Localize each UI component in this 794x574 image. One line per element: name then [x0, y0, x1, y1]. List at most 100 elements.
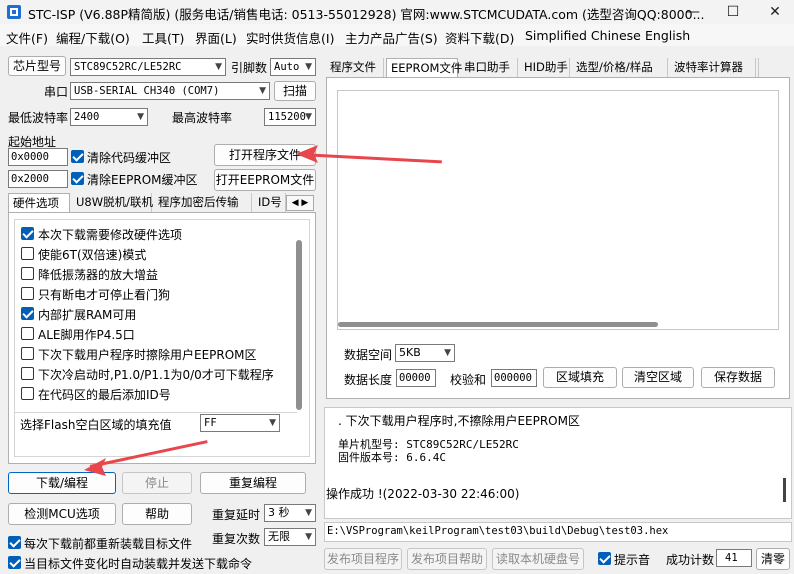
port-select[interactable]: USB-SERIAL CH340 (COM7) ▼ — [70, 82, 270, 100]
chevron-down-icon: ▼ — [305, 62, 312, 72]
chip-model-value: STC89C52RC/LE52RC — [74, 61, 182, 73]
hw-option-checkbox[interactable] — [21, 247, 34, 260]
help-button[interactable]: 帮助 — [122, 503, 192, 525]
tab-selection-price[interactable]: 选型/价格/样品 — [572, 58, 668, 78]
repeat-count-select[interactable]: 无限 ▼ — [264, 528, 316, 546]
reload-before-download-checkbox[interactable] — [8, 536, 21, 549]
pin-count-select[interactable]: Auto ▼ — [270, 58, 316, 76]
menu-supply-info[interactable]: 实时供货信息(I) — [246, 28, 334, 47]
options-scrollbar[interactable] — [296, 240, 302, 410]
chip-model-button[interactable]: 芯片型号 — [8, 56, 66, 76]
read-disk-id-button[interactable]: 读取本机硬盘号 — [492, 548, 584, 570]
reload-before-download-label: 每次下载前都重新装载目标文件 — [24, 537, 193, 551]
tab-hardware-options[interactable]: 硬件选项 — [8, 193, 70, 213]
right-tab-overflow[interactable] — [758, 58, 788, 78]
stop-button[interactable]: 停止 — [122, 472, 192, 494]
sound-checkbox[interactable] — [598, 552, 611, 565]
hw-option-checkbox[interactable] — [21, 287, 34, 300]
max-baud-select[interactable]: 115200 ▼ — [264, 108, 316, 126]
menu-interface[interactable]: 界面(L) — [195, 28, 237, 47]
clear-eeprom-buffer-checkbox[interactable] — [71, 172, 84, 185]
hw-option-checkbox[interactable] — [21, 387, 34, 400]
log-scrollbar[interactable] — [783, 478, 786, 502]
hw-option-label: 本次下载需要修改硬件选项 — [38, 228, 183, 242]
tab-encrypt[interactable]: 程序加密后传输 — [154, 193, 252, 213]
menu-program-download[interactable]: 编程/下载(O) — [56, 28, 130, 47]
hw-option-label: 降低振荡器的放大增益 — [38, 268, 159, 282]
eeprom-address-input[interactable]: 0x2000 — [8, 170, 68, 188]
hw-option-checkbox[interactable] — [21, 307, 34, 320]
close-button[interactable]: ✕ — [752, 0, 794, 24]
data-length-value: 00000 — [396, 369, 436, 387]
max-baud-label: 最高波特率 — [172, 111, 233, 125]
repeat-count-label: 重复次数 — [212, 532, 261, 546]
menu-simplified-chinese[interactable]: Simplified Chinese — [525, 28, 641, 43]
hw-option-label: 只有断电才可停止看门狗 — [38, 288, 171, 302]
chevron-down-icon: ▼ — [444, 348, 451, 358]
hw-option-checkbox[interactable] — [21, 367, 34, 380]
chevron-down-icon: ▼ — [305, 508, 312, 518]
window-title: STC-ISP (V6.88P精简版) (服务电话/销售电话: 0513-550… — [28, 7, 705, 22]
chevron-down-icon: ▼ — [259, 86, 266, 96]
hw-option-checkbox[interactable] — [21, 267, 34, 280]
log-line: . 下次下载用户程序时,不擦除用户EEPROM区 — [338, 414, 580, 428]
flash-fill-select[interactable]: FF ▼ — [200, 414, 280, 432]
maximize-button[interactable]: ☐ — [710, 0, 756, 24]
tab-scroll-arrows[interactable]: ◀ ▶ — [286, 195, 314, 211]
chip-model-select[interactable]: STC89C52RC/LE52RC ▼ — [70, 58, 226, 76]
arrowhead-icon — [296, 145, 318, 163]
hw-option-checkbox[interactable] — [21, 327, 34, 340]
scan-button[interactable]: 扫描 — [274, 81, 316, 101]
menu-product-ads[interactable]: 主力产品广告(S) — [345, 28, 438, 47]
chevron-down-icon: ▼ — [269, 418, 276, 428]
repeat-delay-value: 3 秒 — [268, 506, 290, 519]
clear-eeprom-buffer-label: 清除EEPROM缓冲区 — [87, 173, 198, 187]
auto-load-on-change-label: 当目标文件变化时自动装载并发送下载命令 — [24, 557, 253, 571]
hex-file-path: E:\VSProgram\keilProgram\test03\build\De… — [327, 525, 669, 537]
min-baud-label: 最低波特率 — [8, 111, 69, 125]
min-baud-select[interactable]: 2400 ▼ — [70, 108, 148, 126]
flash-fill-label: 选择Flash空白区域的填充值 — [20, 418, 172, 432]
hw-option-checkbox[interactable] — [21, 227, 34, 240]
menu-english[interactable]: English — [645, 28, 690, 43]
publish-program-button[interactable]: 发布项目程序 — [324, 548, 402, 570]
repeat-delay-select[interactable]: 3 秒 ▼ — [264, 504, 316, 522]
menu-tools[interactable]: 工具(T) — [142, 28, 184, 47]
eeprom-data-area[interactable] — [337, 90, 779, 330]
port-label: 串口 — [44, 85, 69, 99]
tab-hid-helper[interactable]: HID助手 — [520, 58, 570, 78]
chevron-down-icon: ▼ — [305, 112, 312, 122]
success-count-value: 41 — [716, 549, 752, 567]
clear-region-button[interactable]: 清空区域 — [622, 367, 694, 388]
publish-help-button[interactable]: 发布项目帮助 — [407, 548, 487, 570]
reset-count-button[interactable]: 清零 — [756, 548, 790, 570]
tab-eeprom-file[interactable]: EEPROM文件 — [386, 58, 462, 78]
eeprom-scrollbar[interactable] — [338, 322, 658, 327]
reprogram-button[interactable]: 重复编程 — [200, 472, 306, 494]
tab-program-file[interactable]: 程序文件 — [326, 58, 384, 78]
tab-id[interactable]: ID号 — [254, 193, 286, 213]
detect-mcu-options-button[interactable]: 检测MCU选项 — [8, 503, 116, 525]
menu-file[interactable]: 文件(F) — [6, 28, 48, 47]
hw-option-label: ALE脚用作P4.5口 — [38, 328, 135, 342]
hw-option-checkbox[interactable] — [21, 347, 34, 360]
log-line: 固件版本号: 6.6.4C — [338, 451, 446, 464]
menu-downloads[interactable]: 资料下载(D) — [445, 28, 514, 47]
clear-code-buffer-checkbox[interactable] — [71, 150, 84, 163]
auto-load-on-change-checkbox[interactable] — [8, 556, 21, 569]
data-space-select[interactable]: 5KB ▼ — [395, 344, 455, 362]
save-data-button[interactable]: 保存数据 — [701, 367, 775, 388]
data-space-label: 数据空间 — [344, 348, 393, 362]
tab-u8w[interactable]: U8W脱机/联机 — [72, 193, 153, 213]
fill-region-button[interactable]: 区域填充 — [543, 367, 617, 388]
tab-serial-helper[interactable]: 串口助手 — [460, 58, 518, 78]
open-eeprom-file-button[interactable]: 打开EEPROM文件 — [214, 169, 316, 191]
log-line: 操作成功 !(2022-03-30 22:46:00) — [326, 487, 520, 501]
code-address-input[interactable]: 0x0000 — [8, 148, 68, 166]
tab-baud-calculator[interactable]: 波特率计算器 — [670, 58, 756, 78]
min-baud-value: 2400 — [74, 111, 100, 123]
success-count-label: 成功计数 — [666, 553, 715, 567]
pin-count-label: 引脚数 — [231, 61, 268, 75]
sound-label: 提示音 — [614, 553, 651, 567]
flash-fill-value: FF — [204, 417, 217, 429]
